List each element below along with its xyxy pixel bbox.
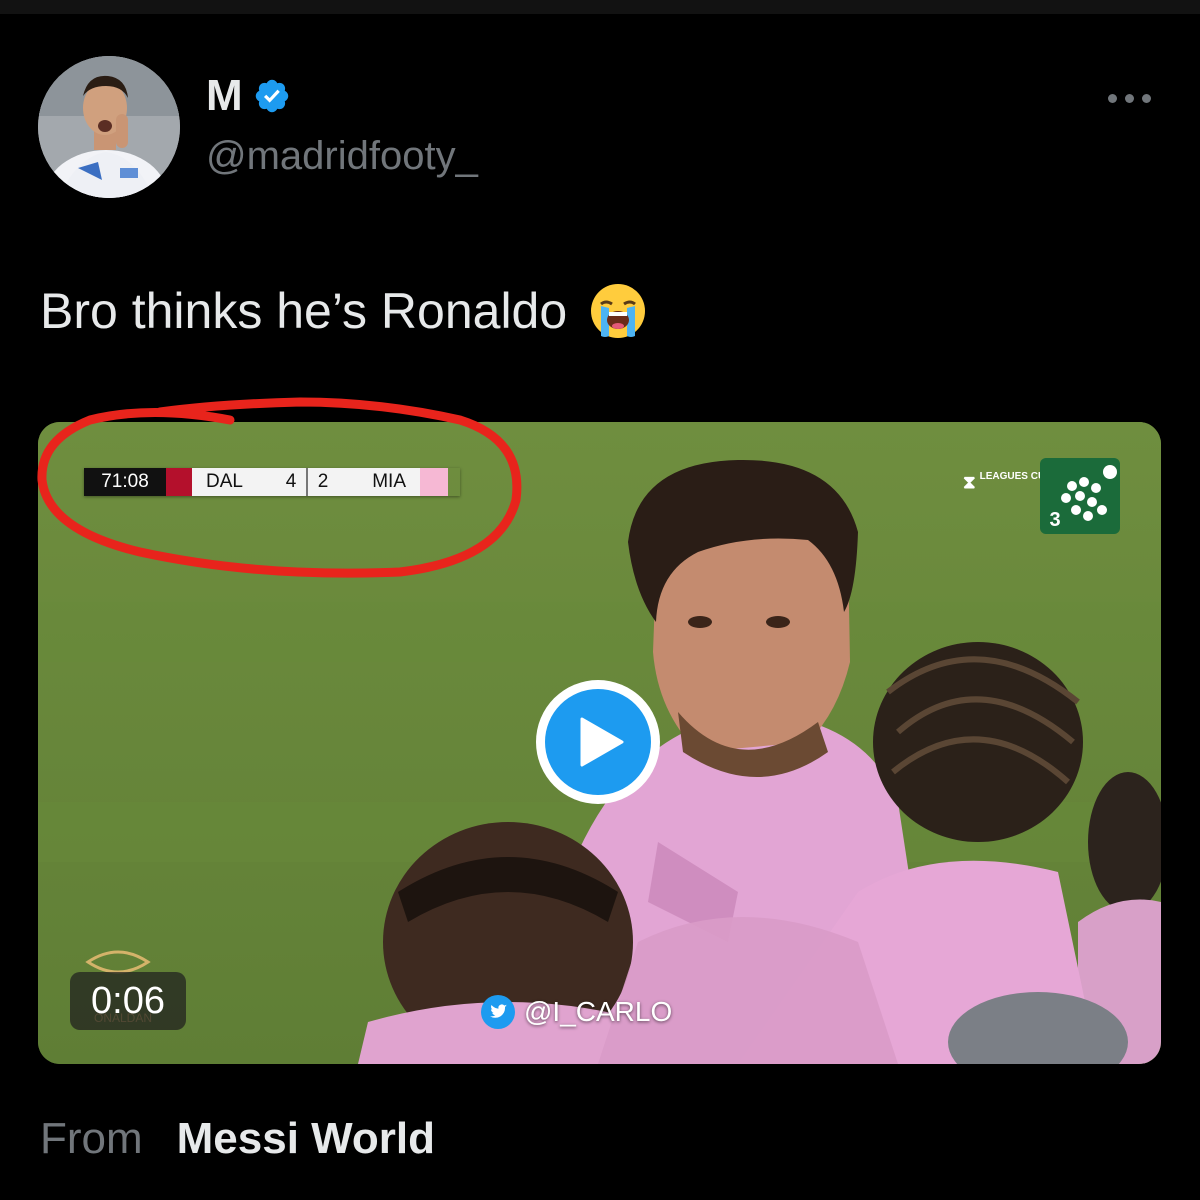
away-team: MIA bbox=[338, 468, 420, 496]
play-button[interactable] bbox=[536, 680, 660, 804]
twitter-bird-icon bbox=[481, 995, 515, 1029]
dot bbox=[1142, 93, 1151, 103]
handle[interactable]: @madridfooty_ bbox=[206, 134, 478, 179]
play-icon bbox=[580, 717, 624, 767]
top-strip bbox=[0, 0, 1200, 14]
author-name-row: M bbox=[206, 74, 291, 118]
from-label: From bbox=[40, 1114, 143, 1163]
channel-number: 3 bbox=[1044, 508, 1066, 532]
video-duration: 0:06 bbox=[70, 972, 186, 1030]
tweet-text: Bro thinks he’s Ronaldo bbox=[40, 282, 647, 340]
tweet-body: Bro thinks he’s Ronaldo bbox=[40, 283, 568, 339]
dot bbox=[1125, 93, 1134, 103]
home-team: DAL bbox=[192, 468, 276, 496]
source-attribution: From Messi World bbox=[40, 1114, 435, 1164]
video-player[interactable]: ONALDAN 71:08 DAL 4 2 MIA ⧗ LEAGUES CUP … bbox=[38, 422, 1161, 1064]
dot bbox=[1108, 93, 1117, 103]
watermark-text: @I_CARLO bbox=[524, 996, 673, 1027]
source-name-link[interactable]: Messi World bbox=[177, 1114, 435, 1164]
loudly-crying-face-icon bbox=[591, 284, 646, 338]
avatar[interactable] bbox=[38, 56, 180, 198]
home-score: 4 bbox=[276, 468, 308, 496]
display-name[interactable]: M bbox=[206, 74, 243, 118]
leagues-cup-logo: ⧗ LEAGUES CUP bbox=[963, 472, 1052, 493]
play-button-inner bbox=[545, 689, 651, 795]
away-score: 2 bbox=[308, 468, 338, 496]
video-watermark: @I_CARLO bbox=[480, 994, 672, 1030]
leagues-cup-icon: ⧗ bbox=[963, 472, 976, 492]
more-options-icon[interactable] bbox=[1108, 86, 1158, 110]
home-team-color bbox=[166, 468, 192, 496]
away-team-color bbox=[420, 468, 448, 496]
match-clock: 71:08 bbox=[84, 468, 166, 496]
profile-photo-player-icon bbox=[38, 56, 180, 198]
scoreboard: 71:08 DAL 4 2 MIA bbox=[84, 468, 460, 496]
verified-badge-icon bbox=[255, 79, 288, 113]
